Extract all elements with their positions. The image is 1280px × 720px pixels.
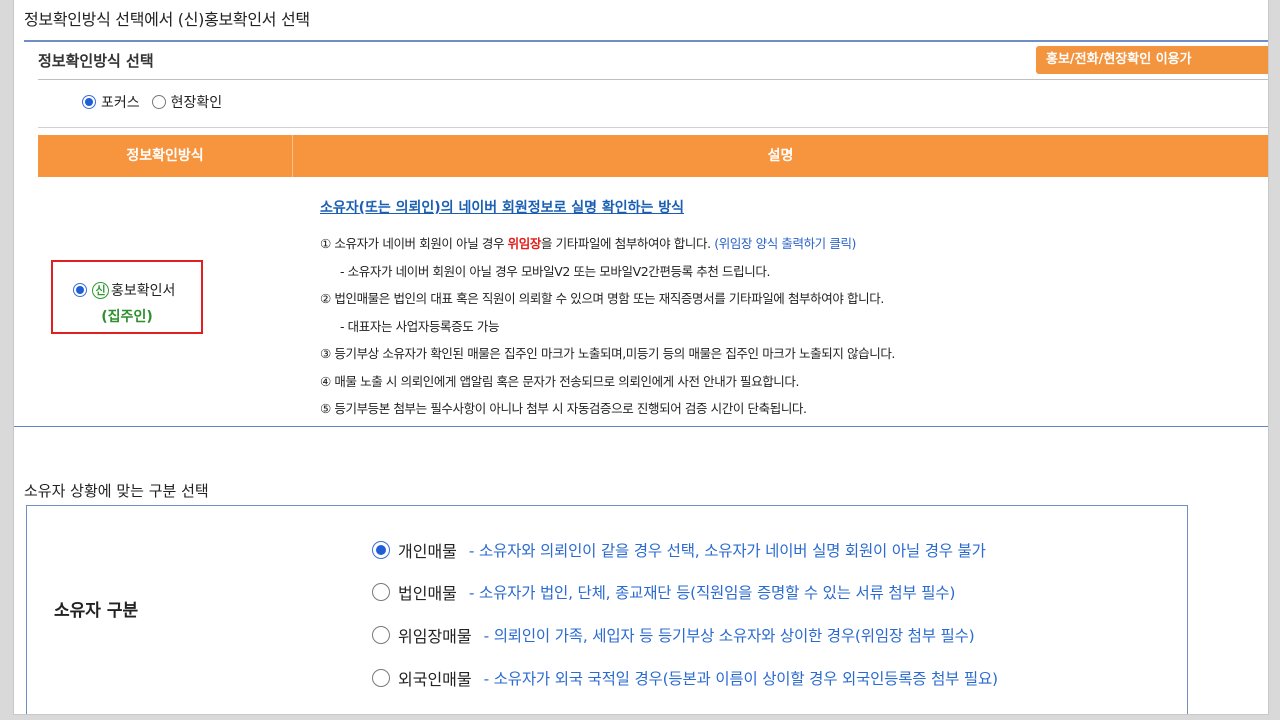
owner-option-label: 외국인매물 [398,670,472,689]
radio-foreigner[interactable] [372,669,390,687]
divider [38,127,1268,128]
radio-option-site-check[interactable]: 현장확인 [151,92,223,112]
description-title-link[interactable]: 소유자(또는 의뢰인)의 네이버 회원정보로 실명 확인하는 방식 [320,197,684,217]
radio-site-check-label: 현장확인 [170,95,223,111]
description-line-1: ① 소유자가 네이버 회원이 아닐 경우 위임장을 기타파일에 첨부하여야 합니… [320,233,856,252]
info-method-title: 정보확인방식 선택 [38,52,154,70]
owner-option-desc: - 의뢰인이 가족, 세입자 등 등기부상 소유자와 상이한 경우(위임장 첨부… [483,627,975,645]
radio-option-focus[interactable]: 포커스 [82,92,140,112]
new-badge-icon: 신 [92,281,109,299]
description-line-2: - 소유자가 네이버 회원이 아닐 경우 모바일V2 또는 모바일V2간편등록 … [340,264,771,279]
method-promo-confirm-option[interactable]: 신 홍보확인서 [73,280,175,300]
power-of-attorney-text: 위임장 [507,236,542,251]
owner-option-label: 개인매물 [398,542,457,561]
description-line-5: ③ 등기부상 소유자가 확인된 매물은 집주인 마크가 노출되며,미등기 등의 … [320,346,896,361]
owner-option-corporate[interactable]: 법인매물 - 소유자가 법인, 단체, 종교재단 등(직원임을 증명할 수 있는… [372,580,955,604]
print-poa-form-link[interactable]: (위임장 양식 출력하기 클릭) [714,236,856,251]
radio-focus[interactable] [82,95,96,109]
owner-option-foreigner[interactable]: 외국인매물 - 소유자가 외국 국적일 경우(등본과 이름이 상이할 경우 외국… [372,666,998,690]
owner-type-label: 소유자 구분 [54,601,139,621]
method-promo-confirm-cell[interactable]: 신 홍보확인서 (집주인) [51,260,203,334]
owner-option-label: 법인매물 [398,584,457,603]
divider [38,79,1268,80]
radio-site-check[interactable] [151,95,166,109]
radio-focus-label: 포커스 [101,95,140,111]
description-line-7: ⑤ 등기부등본 첨부는 필수사항이 아니나 첨부 시 자동검증으로 진행되어 검… [320,401,807,416]
divider [14,426,1268,427]
description-line-4: - 대표자는 사업자등록증도 가능 [340,319,500,334]
line1-text-b: 을 기타파일에 첨부하여야 합니다. [540,236,715,251]
method-table-header: 정보확인방식 설명 [38,135,1268,177]
owner-option-desc: - 소유자와 의뢰인이 같을 경우 선택, 소유자가 네이버 실명 회원이 아닐… [468,542,986,560]
page-canvas: 정보확인방식 선택에서 (신)홍보확인서 선택 정보확인방식 선택 홍보/전화/… [14,0,1268,714]
radio-poa[interactable] [372,626,390,644]
owner-section-title: 소유자 상황에 맞는 구분 선택 [24,482,209,500]
divider [24,40,1268,42]
method-label: 홍보확인서 [111,283,176,299]
owner-option-desc: - 소유자가 외국 국적일 경우(등본과 이름이 상이할 경우 외국인등록증 첨… [483,670,998,688]
info-method-radio-group: 포커스 현장확인 [82,92,234,112]
owner-option-label: 위임장매물 [398,627,472,646]
promo-call-site-button[interactable]: 홍보/전화/현장확인 이용가 [1036,46,1268,74]
owner-option-desc: - 소유자가 법인, 단체, 종교재단 등(직원임을 증명할 수 있는 서류 첨… [468,584,956,602]
method-sublabel: (집주인) [101,309,153,325]
owner-option-poa[interactable]: 위임장매물 - 의뢰인이 가족, 세입자 등 등기부상 소유자와 상이한 경우(… [372,623,975,647]
header-description: 설명 [767,148,794,164]
description-line-3: ② 법인매물은 법인의 대표 혹은 직원이 의뢰할 수 있으며 명함 또는 재직… [320,291,884,306]
radio-corporate[interactable] [372,583,390,601]
radio-individual[interactable] [372,541,390,559]
owner-option-individual[interactable]: 개인매물 - 소유자와 의뢰인이 같을 경우 선택, 소유자가 네이버 실명 회… [372,538,986,562]
header-method: 정보확인방식 [126,148,204,164]
radio-promo-confirm[interactable] [73,283,87,297]
description-line-6: ④ 매물 노출 시 의뢰인에게 앱알림 혹은 문자가 전송되므로 의뢰인에게 사… [320,374,800,389]
line1-text: ① 소유자가 네이버 회원이 아닐 경우 [320,236,508,251]
page-heading: 정보확인방식 선택에서 (신)홍보확인서 선택 [24,10,310,29]
